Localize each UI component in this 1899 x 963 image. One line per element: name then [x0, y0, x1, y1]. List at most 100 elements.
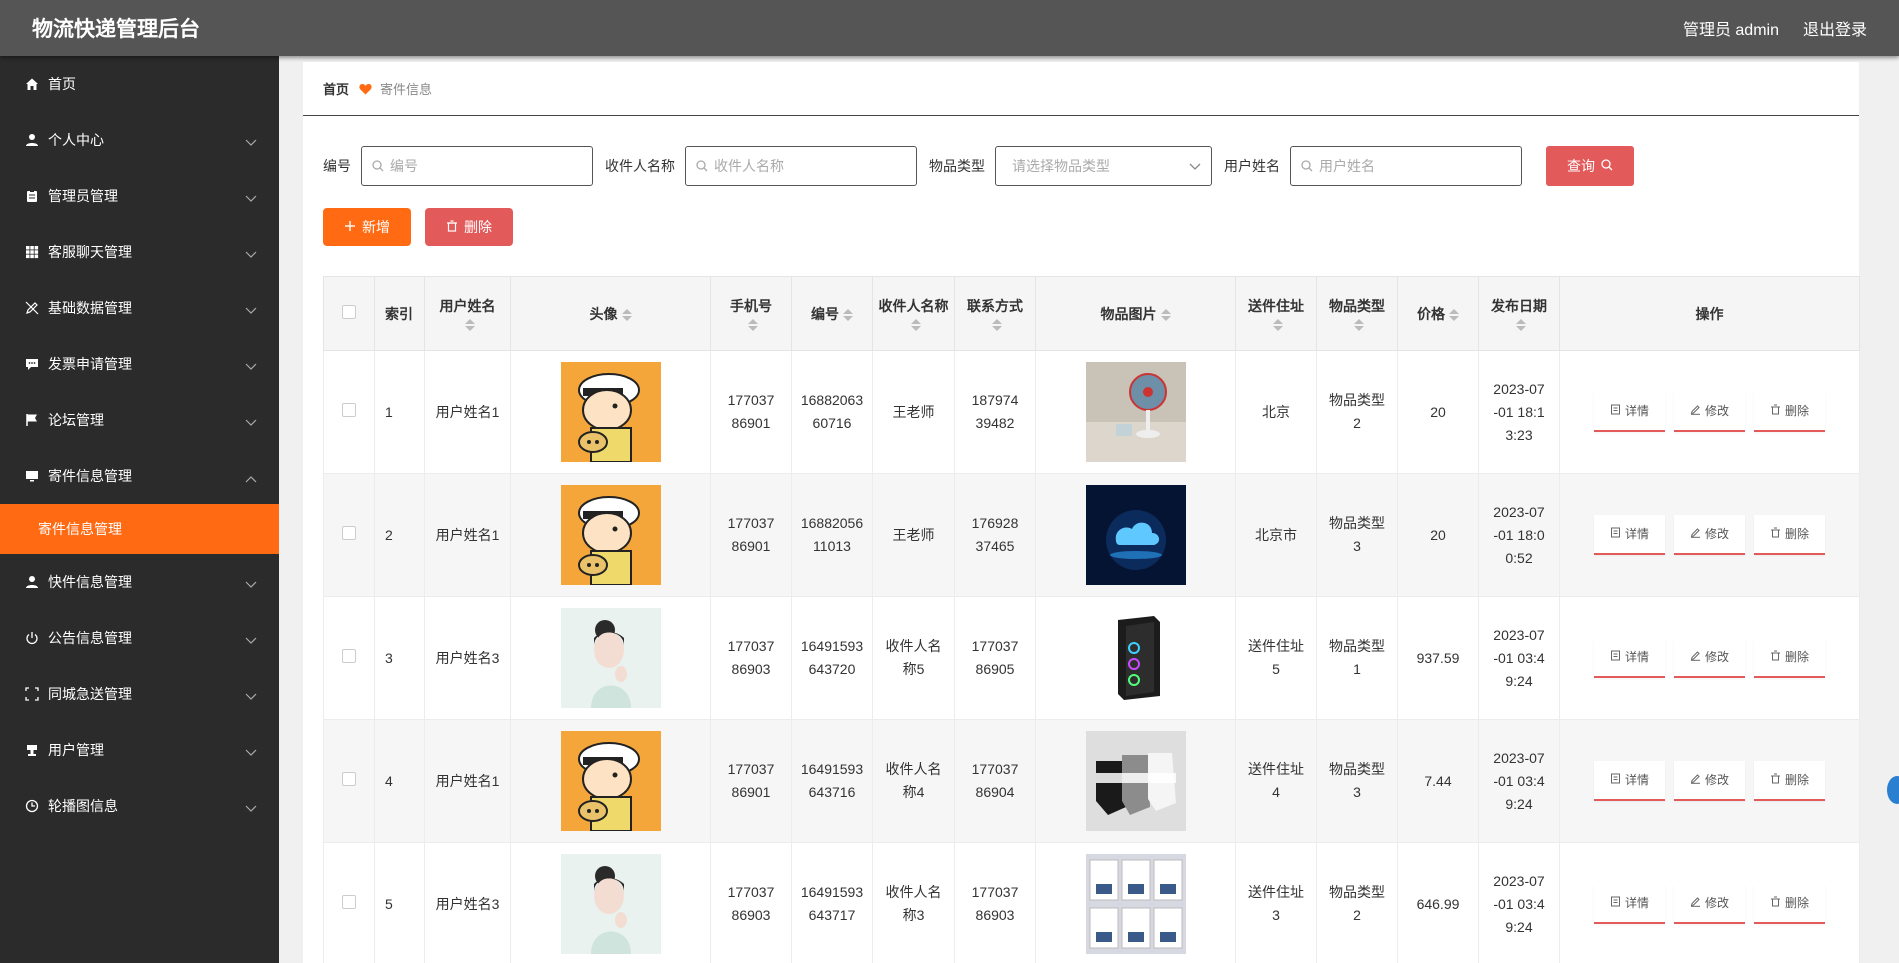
col-address[interactable]: 送件住址 [1235, 276, 1317, 351]
delete-button[interactable]: 删除 [1754, 761, 1825, 801]
detail-button[interactable]: 详情 [1594, 392, 1665, 432]
detail-button[interactable]: 详情 [1594, 884, 1665, 924]
pencil-icon [1690, 892, 1701, 915]
chevron-down-icon [245, 358, 257, 370]
edit-button[interactable]: 修改 [1674, 392, 1745, 432]
row-checkbox[interactable] [342, 771, 356, 786]
col-type[interactable]: 物品类型 [1316, 276, 1398, 351]
table-row[interactable]: 4 用户姓名1 17703786901 16491593643716 收件人名称4 177… [323, 719, 1860, 843]
user-icon [24, 574, 40, 590]
sidebar-item-4[interactable]: 基础数据管理 [0, 280, 279, 336]
admin-label[interactable]: 管理员 admin [1683, 16, 1779, 40]
trash-icon [1770, 769, 1781, 792]
sidebar-item-9[interactable]: 公告信息管理 [0, 610, 279, 666]
file-icon [1610, 400, 1621, 423]
type-select[interactable]: 请选择物品类型 [995, 146, 1212, 186]
breadcrumb-current[interactable]: 寄件信息 [380, 79, 432, 98]
product-image[interactable] [1085, 362, 1186, 462]
sidebar-item-2[interactable]: 管理员管理 [0, 168, 279, 224]
query-button[interactable]: 查询 [1546, 146, 1634, 186]
avatar[interactable] [560, 854, 661, 954]
edit-off-icon [24, 300, 40, 316]
sidebar-item-label: 用户管理 [48, 742, 104, 758]
product-image[interactable] [1085, 731, 1186, 831]
table-row[interactable]: 2 用户姓名1 17703786901 1688205611013 王老师 1769283… [323, 473, 1860, 597]
code-input[interactable]: 编号 [361, 146, 593, 186]
col-image[interactable]: 物品图片 [1035, 276, 1236, 351]
delete-button[interactable]: 删除 [1754, 392, 1825, 432]
delete-button[interactable]: 删除 [1754, 515, 1825, 555]
sidebar-item-6[interactable]: 论坛管理 [0, 392, 279, 448]
sidebar-item-0[interactable]: 首页 [0, 56, 279, 112]
product-image[interactable] [1085, 854, 1186, 954]
sidebar-item-11[interactable]: 用户管理 [0, 722, 279, 778]
product-image[interactable] [1085, 608, 1186, 708]
cell-username: 用户姓名3 [424, 842, 511, 963]
detail-button[interactable]: 详情 [1594, 761, 1665, 801]
detail-button[interactable]: 详情 [1594, 638, 1665, 678]
row-checkbox[interactable] [342, 402, 356, 417]
col-date-label: 发布日期 [1491, 297, 1547, 314]
col-receiver[interactable]: 收件人名称 [872, 276, 955, 351]
cell-price: 20 [1397, 350, 1479, 474]
col-username[interactable]: 用户姓名 [424, 276, 511, 351]
avatar[interactable] [560, 362, 661, 462]
sidebar-subitem-active[interactable]: 寄件信息管理 [0, 504, 279, 554]
logout-button[interactable]: 退出登录 [1803, 16, 1867, 40]
col-avatar[interactable]: 头像 [510, 276, 711, 351]
col-phone[interactable]: 手机号 [710, 276, 792, 351]
avatar[interactable] [560, 731, 661, 831]
edit-button[interactable]: 修改 [1674, 515, 1745, 555]
edit-button-label: 修改 [1704, 895, 1729, 910]
receiver-input[interactable]: 收件人名称 [685, 146, 917, 186]
col-code[interactable]: 编号 [791, 276, 873, 351]
sidebar-item-5[interactable]: 发票申请管理 [0, 336, 279, 392]
select-all-checkbox[interactable] [342, 305, 356, 319]
sidebar-item-label: 个人中心 [48, 132, 104, 148]
cell-ops: 详情 修改 删除 [1559, 350, 1860, 474]
add-button[interactable]: 新增 [323, 208, 411, 246]
username-input[interactable]: 用户姓名 [1290, 146, 1522, 186]
table-row[interactable]: 1 用户姓名1 17703786901 1688206360716 王老师 1879743… [323, 350, 1860, 474]
chevron-down-icon [245, 688, 257, 700]
data-table: 索引 用户姓名 头像 手机号 编号 收件人名称 联系方式 物品图片 送件住址 物… [323, 276, 1860, 963]
avatar[interactable] [560, 485, 661, 585]
sidebar-item-1[interactable]: 个人中心 [0, 112, 279, 168]
table-row[interactable]: 5 用户姓名3 17703786903 16491593643717 收件人名称3 177… [323, 842, 1860, 963]
sidebar-item-12[interactable]: 轮播图信息 [0, 778, 279, 834]
delete-button[interactable]: 删除 [1754, 638, 1825, 678]
sidebar-item-10[interactable]: 同城急送管理 [0, 666, 279, 722]
col-receiver-label: 收件人名称 [878, 297, 949, 314]
cell-avatar [510, 842, 711, 963]
cell-type: 物品类型3 [1316, 719, 1398, 843]
cell-code: 1688206360716 [791, 350, 873, 474]
table-row[interactable]: 3 用户姓名3 17703786903 16491593643720 收件人名称5 177… [323, 596, 1860, 720]
cell-avatar [510, 719, 711, 843]
cell-image [1035, 596, 1236, 720]
row-checkbox[interactable] [342, 648, 356, 663]
edit-button[interactable]: 修改 [1674, 884, 1745, 924]
sidebar-item-7[interactable]: 寄件信息管理 [0, 448, 279, 504]
detail-button-label: 详情 [1624, 772, 1649, 787]
sidebar-item-8[interactable]: 快件信息管理 [0, 554, 279, 610]
sidebar-item-3[interactable]: 客服聊天管理 [0, 224, 279, 280]
pencil-icon [1690, 769, 1701, 792]
cell-phone: 17703786901 [710, 473, 792, 597]
row-checkbox[interactable] [342, 525, 356, 540]
cell-ops: 详情 修改 删除 [1559, 842, 1860, 963]
product-image[interactable] [1085, 485, 1186, 585]
delete-button[interactable]: 删除 [1754, 884, 1825, 924]
breadcrumb-home[interactable]: 首页 [323, 79, 349, 98]
batch-delete-button[interactable]: 删除 [425, 208, 513, 246]
row-checkbox[interactable] [342, 894, 356, 909]
edit-button[interactable]: 修改 [1674, 638, 1745, 678]
edit-button[interactable]: 修改 [1674, 761, 1745, 801]
username-label: 用户姓名 [1224, 158, 1280, 174]
cell-receiver: 收件人名称5 [872, 596, 955, 720]
detail-button[interactable]: 详情 [1594, 515, 1665, 555]
avatar[interactable] [560, 608, 661, 708]
sidebar-item-label: 客服聊天管理 [48, 244, 132, 260]
col-contact[interactable]: 联系方式 [954, 276, 1036, 351]
col-price[interactable]: 价格 [1397, 276, 1479, 351]
col-date[interactable]: 发布日期 [1478, 276, 1560, 351]
